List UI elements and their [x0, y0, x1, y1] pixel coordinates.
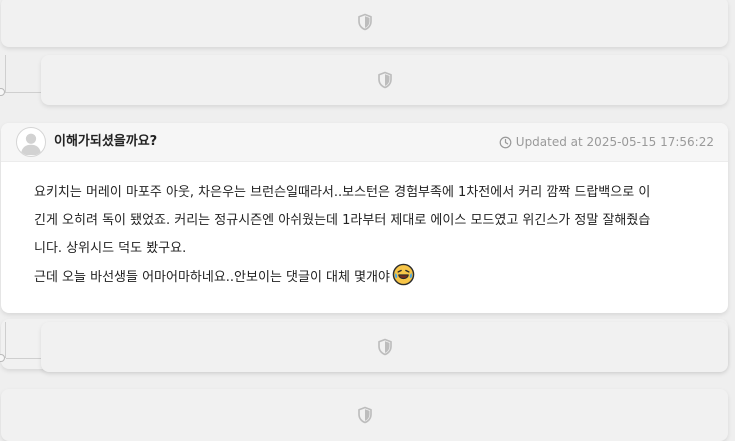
updated-timestamp: Updated at 2025-05-15 17:56:22 [499, 135, 714, 149]
comment-text-line: 니다. 상위시드 덕도 봤구요. [34, 241, 187, 256]
laughing-tears-emoji-icon [392, 263, 415, 286]
comment-text-line: 요키치는 머레이 마포주 아웃, 차은우는 브런슨일때라서..보스턴은 경험부족… [34, 185, 651, 200]
comment-card: 이해가되셨을까요? Updated at 2025-05-15 17:56:22… [1, 123, 728, 313]
author-name[interactable]: 이해가되셨을까요? [54, 134, 157, 150]
shield-icon [377, 71, 392, 89]
shield-icon [377, 338, 392, 356]
thread-line [5, 322, 6, 358]
hidden-reply[interactable] [41, 322, 728, 372]
shield-icon [357, 406, 372, 424]
updated-text: Updated at 2025-05-15 17:56:22 [515, 135, 714, 149]
clock-icon [499, 136, 512, 148]
user-avatar-icon [20, 133, 42, 156]
hidden-comment[interactable] [1, 0, 728, 47]
hidden-comment[interactable] [1, 389, 728, 441]
comment-header: 이해가되셨을까요? Updated at 2025-05-15 17:56:22 [1, 123, 728, 162]
thread-line [6, 358, 42, 359]
comment-thread: 이해가되셨을까요? Updated at 2025-05-15 17:56:22… [0, 0, 735, 441]
thread-node [0, 88, 5, 96]
hidden-reply[interactable] [41, 55, 728, 105]
comment-body: 요키치는 머레이 마포주 아웃, 차은우는 브런슨일때라서..보스턴은 경험부족… [34, 179, 702, 292]
thread-line [5, 55, 6, 93]
avatar[interactable] [16, 127, 46, 157]
comment-text-line-last: 근데 오늘 바선생들 어마어마하네요..안보이는 댓글이 대체 몇개야 [34, 263, 702, 292]
comment-text-line: 긴게 오히려 독이 됐었죠. 커리는 정규시즌엔 아쉬웠는데 1라부터 제대로 … [34, 213, 651, 228]
thread-line [6, 92, 42, 93]
shield-icon [357, 13, 372, 31]
